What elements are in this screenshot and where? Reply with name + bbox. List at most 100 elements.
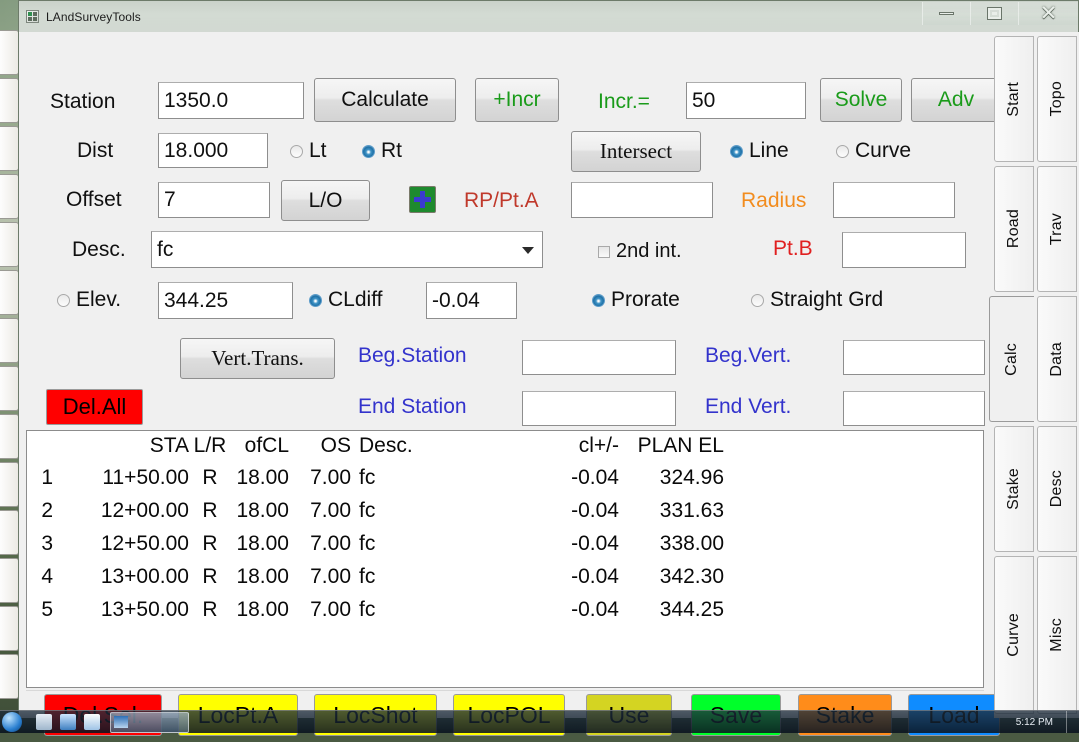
background-tab[interactable]: [0, 222, 19, 267]
cell-ofcl: 18.00: [236, 597, 289, 621]
col-plan-header: PLAN EL: [637, 434, 724, 457]
rp-pta-input[interactable]: [571, 182, 713, 218]
end-station-input[interactable]: [522, 391, 676, 426]
background-tab[interactable]: [0, 174, 19, 219]
tab-topo[interactable]: Topo: [1037, 36, 1077, 162]
intersect-button[interactable]: Intersect: [571, 131, 701, 172]
background-tab[interactable]: [0, 78, 19, 123]
cell-idx: 3: [41, 531, 53, 555]
cell-plan: 342.30: [659, 564, 724, 588]
tab-road[interactable]: Road: [994, 166, 1034, 292]
background-tab[interactable]: [0, 318, 19, 363]
col-desc-header: Desc.: [359, 434, 413, 457]
pt-b-label: Pt.B: [773, 237, 813, 260]
geometry-curve-radio[interactable]: Curve: [836, 139, 911, 163]
background-tab[interactable]: [0, 270, 19, 315]
elev-radio[interactable]: Elev.: [57, 288, 121, 312]
station-input[interactable]: 1350.0: [158, 82, 304, 119]
background-window-tabs[interactable]: [0, 30, 20, 720]
background-tab[interactable]: [0, 510, 19, 555]
background-tab[interactable]: [0, 126, 19, 171]
elev-input[interactable]: 344.25: [158, 282, 293, 319]
beg-station-input[interactable]: [522, 340, 676, 375]
end-vert-input[interactable]: [843, 391, 985, 426]
tab-start[interactable]: Start: [994, 36, 1034, 162]
radius-input[interactable]: [833, 182, 955, 218]
lo-button[interactable]: L/O: [281, 180, 370, 221]
solve-button[interactable]: Solve: [820, 78, 902, 122]
client-area: Station 1350.0 Calculate +Incr Incr.= 50…: [20, 32, 1079, 736]
background-tab[interactable]: [0, 654, 19, 699]
results-listbox[interactable]: STA L/R ofCL OS Desc. cl+/- PLAN EL 1 11+…: [26, 430, 984, 688]
tab-misc[interactable]: Misc: [1037, 556, 1077, 714]
adv-button[interactable]: Adv: [911, 78, 1001, 122]
pt-b-input[interactable]: [842, 232, 966, 268]
background-tab[interactable]: [0, 366, 19, 411]
taskbar-window-icon: [114, 716, 128, 728]
straight-grd-radio[interactable]: Straight Grd: [751, 288, 883, 312]
tab-label: Calc: [1003, 342, 1020, 376]
window-titlebar[interactable]: LAndSurveyTools ✕: [19, 1, 1078, 33]
table-row[interactable]: 3 12+50.00 R 18.00 7.00 fc -0.04 338.00: [27, 527, 983, 560]
beg-vert-input[interactable]: [843, 340, 985, 375]
second-int-checkbox[interactable]: 2nd int.: [598, 240, 682, 263]
station-label: Station: [50, 90, 116, 113]
close-button[interactable]: ✕: [1018, 2, 1078, 25]
taskbar-window-button[interactable]: [110, 711, 189, 733]
background-tab[interactable]: [0, 606, 19, 651]
side-lt-label: Lt: [309, 139, 327, 162]
cldiff-radio[interactable]: CLdiff: [309, 288, 382, 312]
desc-combo[interactable]: fc: [151, 231, 543, 268]
table-row[interactable]: 2 12+00.00 R 18.00 7.00 fc -0.04 331.63: [27, 494, 983, 527]
prorate-radio[interactable]: Prorate: [592, 288, 680, 312]
background-tab[interactable]: [0, 30, 19, 75]
cell-idx: 1: [41, 465, 53, 489]
cell-plan: 324.96: [659, 465, 724, 489]
show-desktop-button[interactable]: [1066, 711, 1079, 733]
add-point-button[interactable]: [409, 186, 436, 213]
table-row[interactable]: 5 13+50.00 R 18.00 7.00 fc -0.04 344.25: [27, 593, 983, 626]
cell-sta: 13+00.00: [100, 564, 189, 588]
geometry-curve-label: Curve: [855, 139, 912, 162]
quicklaunch-icon[interactable]: [84, 714, 100, 730]
minimize-button[interactable]: [922, 2, 970, 25]
cell-ofcl: 18.00: [236, 498, 289, 522]
incr-button[interactable]: +Incr: [475, 78, 559, 122]
vert-trans-button[interactable]: Vert.Trans.: [180, 338, 335, 379]
background-tab[interactable]: [0, 462, 19, 507]
tab-data[interactable]: Data: [1037, 296, 1077, 422]
side-lt-radio[interactable]: Lt: [290, 139, 327, 163]
side-rt-radio[interactable]: Rt: [362, 139, 402, 163]
incr-input[interactable]: 50: [686, 82, 806, 119]
radio-dot: [57, 293, 70, 307]
calculate-button[interactable]: Calculate: [314, 78, 456, 122]
table-row[interactable]: 1 11+50.00 R 18.00 7.00 fc -0.04 324.96: [27, 461, 983, 494]
dist-input[interactable]: 18.000: [158, 133, 268, 168]
cell-ofcl: 18.00: [236, 465, 289, 489]
tab-calc[interactable]: Calc: [989, 296, 1034, 422]
cell-plan: 344.25: [659, 597, 724, 621]
tab-label: Trav: [1048, 212, 1065, 246]
cell-sta: 12+00.00: [100, 498, 189, 522]
tab-curve[interactable]: Curve: [994, 556, 1034, 714]
maximize-button[interactable]: [970, 2, 1018, 25]
cell-os: 7.00: [310, 597, 351, 621]
quicklaunch-icon[interactable]: [36, 714, 52, 730]
tab-stake[interactable]: Stake: [994, 426, 1034, 552]
cell-cl: -0.04: [571, 465, 619, 489]
taskbar[interactable]: 5:12 PM: [0, 710, 1079, 733]
taskbar-clock[interactable]: 5:12 PM: [1016, 717, 1053, 728]
cell-desc: fc: [359, 564, 376, 588]
geometry-line-radio[interactable]: Line: [730, 139, 789, 163]
start-orb-icon[interactable]: [2, 712, 22, 732]
cell-desc: fc: [359, 597, 376, 621]
quicklaunch-icon[interactable]: [60, 714, 76, 730]
table-row[interactable]: 4 13+00.00 R 18.00 7.00 fc -0.04 342.30: [27, 560, 983, 593]
del-all-button[interactable]: Del.All: [46, 389, 143, 425]
offset-input[interactable]: 7: [158, 182, 270, 218]
background-tab[interactable]: [0, 558, 19, 603]
tab-trav[interactable]: Trav: [1037, 166, 1077, 292]
cldiff-input[interactable]: -0.04: [426, 282, 517, 319]
tab-desc[interactable]: Desc: [1037, 426, 1077, 552]
background-tab[interactable]: [0, 414, 19, 459]
